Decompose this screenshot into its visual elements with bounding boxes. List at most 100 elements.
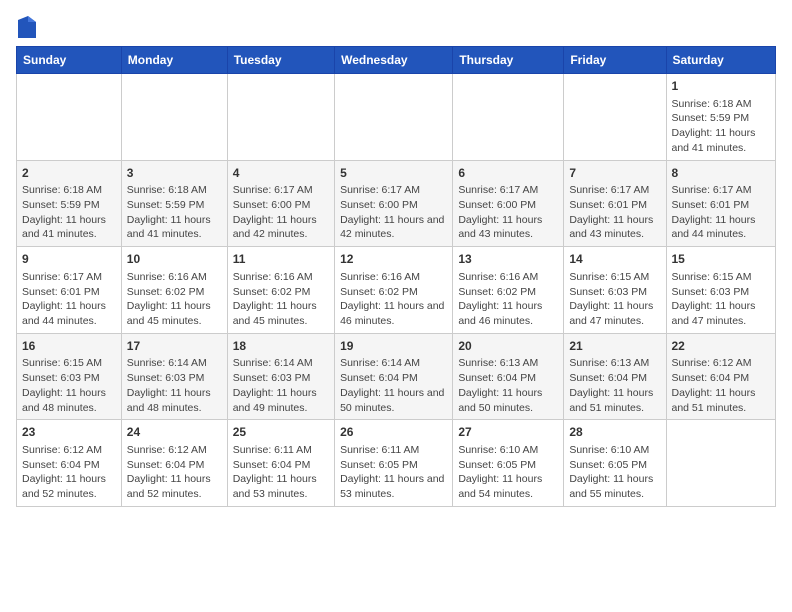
header-wednesday: Wednesday [335, 47, 453, 74]
header-monday: Monday [121, 47, 227, 74]
day-number: 8 [672, 165, 771, 182]
day-info: Sunrise: 6:17 AM Sunset: 6:00 PM Dayligh… [233, 183, 329, 242]
calendar-cell [17, 74, 122, 161]
calendar-cell: 8Sunrise: 6:17 AM Sunset: 6:01 PM Daylig… [666, 160, 776, 247]
day-number: 9 [22, 251, 116, 268]
day-number: 17 [127, 338, 222, 355]
day-number: 25 [233, 424, 329, 441]
header-saturday: Saturday [666, 47, 776, 74]
day-info: Sunrise: 6:10 AM Sunset: 6:05 PM Dayligh… [458, 443, 558, 502]
day-info: Sunrise: 6:11 AM Sunset: 6:04 PM Dayligh… [233, 443, 329, 502]
calendar-cell [335, 74, 453, 161]
logo [16, 16, 36, 38]
calendar-cell: 28 Sunrise: 6:10 AM Sunset: 6:05 PM Dayli… [564, 420, 666, 507]
calendar-cell: 10Sunrise: 6:16 AM Sunset: 6:02 PM Dayli… [121, 247, 227, 334]
calendar-cell [121, 74, 227, 161]
day-number: 23 [22, 424, 116, 441]
day-number: 19 [340, 338, 447, 355]
calendar-cell: 6Sunrise: 6:17 AM Sunset: 6:00 PM Daylig… [453, 160, 564, 247]
calendar-table: SundayMondayTuesdayWednesdayThursdayFrid… [16, 46, 776, 507]
day-number: 27 [458, 424, 558, 441]
day-info: Sunrise: 6:17 AM Sunset: 6:01 PM Dayligh… [22, 270, 116, 329]
calendar-cell: 24 Sunrise: 6:12 AM Sunset: 6:04 PM Dayli… [121, 420, 227, 507]
calendar-cell: 19Sunrise: 6:14 AM Sunset: 6:04 PM Dayli… [335, 333, 453, 420]
day-info: Sunrise: 6:12 AM Sunset: 6:04 PM Dayligh… [672, 356, 771, 415]
calendar-cell: 15 Sunrise: 6:15 AM Sunset: 6:03 PM Dayli… [666, 247, 776, 334]
day-info: Sunrise: 6:18 AM Sunset: 5:59 PM Dayligh… [22, 183, 116, 242]
day-number: 2 [22, 165, 116, 182]
week-row-3: 16Sunrise: 6:15 AM Sunset: 6:03 PM Dayli… [17, 333, 776, 420]
calendar-cell: 9 Sunrise: 6:17 AM Sunset: 6:01 PM Daylig… [17, 247, 122, 334]
calendar-cell: 27 Sunrise: 6:10 AM Sunset: 6:05 PM Dayli… [453, 420, 564, 507]
calendar-cell [453, 74, 564, 161]
day-number: 15 [672, 251, 771, 268]
day-number: 7 [569, 165, 660, 182]
calendar-cell: 18Sunrise: 6:14 AM Sunset: 6:03 PM Dayli… [227, 333, 334, 420]
calendar-header-row: SundayMondayTuesdayWednesdayThursdayFrid… [17, 47, 776, 74]
day-info: Sunrise: 6:17 AM Sunset: 6:01 PM Dayligh… [672, 183, 771, 242]
day-info: Sunrise: 6:17 AM Sunset: 6:00 PM Dayligh… [458, 183, 558, 242]
day-info: Sunrise: 6:13 AM Sunset: 6:04 PM Dayligh… [458, 356, 558, 415]
day-info: Sunrise: 6:14 AM Sunset: 6:03 PM Dayligh… [233, 356, 329, 415]
calendar-cell: 13 Sunrise: 6:16 AM Sunset: 6:02 PM Dayli… [453, 247, 564, 334]
calendar-cell: 3Sunrise: 6:18 AM Sunset: 5:59 PM Daylig… [121, 160, 227, 247]
day-number: 5 [340, 165, 447, 182]
calendar-cell: 1 Sunrise: 6:18 AM Sunset: 5:59 PM Daylig… [666, 74, 776, 161]
calendar-cell: 14 Sunrise: 6:15 AM Sunset: 6:03 PM Dayli… [564, 247, 666, 334]
calendar-body: 1 Sunrise: 6:18 AM Sunset: 5:59 PM Daylig… [17, 74, 776, 507]
logo-icon [18, 16, 36, 38]
day-info: Sunrise: 6:12 AM Sunset: 6:04 PM Dayligh… [22, 443, 116, 502]
day-number: 24 [127, 424, 222, 441]
week-row-1: 2Sunrise: 6:18 AM Sunset: 5:59 PM Daylig… [17, 160, 776, 247]
day-number: 4 [233, 165, 329, 182]
day-info: Sunrise: 6:16 AM Sunset: 6:02 PM Dayligh… [127, 270, 222, 329]
calendar-cell: 5Sunrise: 6:17 AM Sunset: 6:00 PM Daylig… [335, 160, 453, 247]
calendar-cell [666, 420, 776, 507]
calendar-cell [227, 74, 334, 161]
calendar-cell: 23 Sunrise: 6:12 AM Sunset: 6:04 PM Dayli… [17, 420, 122, 507]
day-number: 1 [672, 78, 771, 95]
day-number: 16 [22, 338, 116, 355]
header-tuesday: Tuesday [227, 47, 334, 74]
day-info: Sunrise: 6:14 AM Sunset: 6:03 PM Dayligh… [127, 356, 222, 415]
day-number: 20 [458, 338, 558, 355]
header-friday: Friday [564, 47, 666, 74]
header-thursday: Thursday [453, 47, 564, 74]
calendar-cell: 12Sunrise: 6:16 AM Sunset: 6:02 PM Dayli… [335, 247, 453, 334]
calendar-cell: 4Sunrise: 6:17 AM Sunset: 6:00 PM Daylig… [227, 160, 334, 247]
day-number: 6 [458, 165, 558, 182]
day-number: 28 [569, 424, 660, 441]
week-row-4: 23 Sunrise: 6:12 AM Sunset: 6:04 PM Dayli… [17, 420, 776, 507]
day-info: Sunrise: 6:15 AM Sunset: 6:03 PM Dayligh… [569, 270, 660, 329]
day-info: Sunrise: 6:18 AM Sunset: 5:59 PM Dayligh… [672, 97, 771, 156]
calendar-cell: 16Sunrise: 6:15 AM Sunset: 6:03 PM Dayli… [17, 333, 122, 420]
day-info: Sunrise: 6:17 AM Sunset: 6:01 PM Dayligh… [569, 183, 660, 242]
calendar-cell [564, 74, 666, 161]
day-info: Sunrise: 6:11 AM Sunset: 6:05 PM Dayligh… [340, 443, 447, 502]
day-info: Sunrise: 6:18 AM Sunset: 5:59 PM Dayligh… [127, 183, 222, 242]
calendar-cell: 2Sunrise: 6:18 AM Sunset: 5:59 PM Daylig… [17, 160, 122, 247]
day-number: 11 [233, 251, 329, 268]
day-number: 14 [569, 251, 660, 268]
day-number: 13 [458, 251, 558, 268]
week-row-2: 9 Sunrise: 6:17 AM Sunset: 6:01 PM Daylig… [17, 247, 776, 334]
day-number: 26 [340, 424, 447, 441]
day-info: Sunrise: 6:13 AM Sunset: 6:04 PM Dayligh… [569, 356, 660, 415]
day-info: Sunrise: 6:17 AM Sunset: 6:00 PM Dayligh… [340, 183, 447, 242]
day-info: Sunrise: 6:16 AM Sunset: 6:02 PM Dayligh… [340, 270, 447, 329]
day-number: 3 [127, 165, 222, 182]
header-sunday: Sunday [17, 47, 122, 74]
calendar-cell: 25 Sunrise: 6:11 AM Sunset: 6:04 PM Dayli… [227, 420, 334, 507]
day-info: Sunrise: 6:14 AM Sunset: 6:04 PM Dayligh… [340, 356, 447, 415]
calendar-cell: 26 Sunrise: 6:11 AM Sunset: 6:05 PM Dayli… [335, 420, 453, 507]
day-info: Sunrise: 6:15 AM Sunset: 6:03 PM Dayligh… [22, 356, 116, 415]
day-number: 22 [672, 338, 771, 355]
calendar-cell: 21Sunrise: 6:13 AM Sunset: 6:04 PM Dayli… [564, 333, 666, 420]
day-info: Sunrise: 6:16 AM Sunset: 6:02 PM Dayligh… [458, 270, 558, 329]
day-info: Sunrise: 6:15 AM Sunset: 6:03 PM Dayligh… [672, 270, 771, 329]
day-info: Sunrise: 6:10 AM Sunset: 6:05 PM Dayligh… [569, 443, 660, 502]
calendar-cell: 22Sunrise: 6:12 AM Sunset: 6:04 PM Dayli… [666, 333, 776, 420]
calendar-cell: 7Sunrise: 6:17 AM Sunset: 6:01 PM Daylig… [564, 160, 666, 247]
page-header [16, 16, 776, 38]
day-info: Sunrise: 6:12 AM Sunset: 6:04 PM Dayligh… [127, 443, 222, 502]
